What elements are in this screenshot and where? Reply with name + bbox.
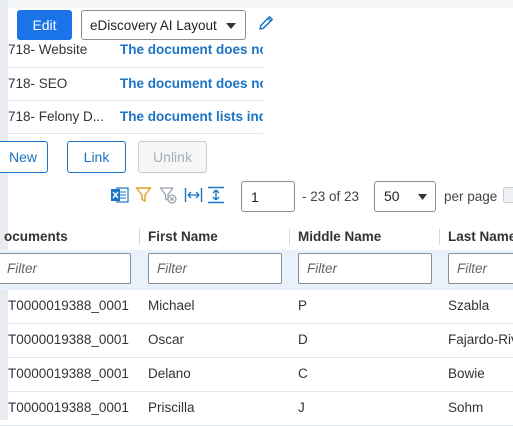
list-item[interactable]: 718- SEO The document does no [8, 67, 263, 101]
cell-last-name: Bowie [448, 366, 513, 381]
related-doc-id: 718- SEO [8, 76, 67, 91]
grid-header: ocuments First Name Middle Name Last Nam… [0, 221, 513, 252]
chevron-down-icon [226, 23, 236, 29]
related-doc-id: 718- Felony D... [8, 109, 104, 124]
cell-middle-name: C [298, 366, 308, 381]
column-divider[interactable] [439, 229, 440, 245]
clear-filter-icon[interactable] [159, 186, 177, 204]
cell-document: T0000019388_0001 [8, 298, 129, 313]
related-doc-link[interactable]: The document does no [120, 42, 263, 57]
filter-input-last-name[interactable] [448, 253, 513, 284]
filter-input-middle-name[interactable] [298, 253, 432, 284]
column-header-last-name[interactable]: Last Name [448, 229, 513, 244]
filter-row [0, 250, 513, 290]
filter-input-documents[interactable] [0, 253, 131, 284]
cell-first-name: Delano [148, 366, 191, 381]
table-row[interactable]: T0000019388_0001 Priscilla J Sohm [0, 391, 513, 426]
column-header-first-name[interactable]: First Name [148, 229, 218, 244]
page-number-input[interactable] [241, 181, 295, 212]
table-row[interactable]: T0000019388_0001 Michael P Szabla [0, 289, 513, 324]
cell-last-name: Fajardo-Riv [448, 332, 513, 347]
cell-first-name: Oscar [148, 332, 184, 347]
cell-document: T0000019388_0001 [8, 400, 129, 415]
column-header-middle-name[interactable]: Middle Name [298, 229, 381, 244]
cell-middle-name: P [298, 298, 307, 313]
column-header-documents[interactable]: ocuments [4, 229, 68, 244]
new-button[interactable]: New [0, 141, 48, 173]
link-button[interactable]: Link [67, 141, 126, 173]
top-strip [0, 0, 513, 8]
cell-document: T0000019388_0001 [8, 332, 129, 347]
list-item[interactable]: 718- Website The document does no [8, 34, 263, 68]
layout-dropdown-value: eDiscovery AI Layout [90, 18, 217, 33]
page-size-dropdown[interactable]: 50 [374, 181, 436, 212]
cell-last-name: Sohm [448, 400, 513, 415]
first-page-icon[interactable] [503, 187, 513, 203]
cell-first-name: Priscilla [148, 400, 195, 415]
cell-middle-name: D [298, 332, 308, 347]
expand-rows-icon[interactable] [207, 186, 225, 204]
column-divider[interactable] [289, 229, 290, 245]
fit-columns-icon[interactable] [184, 186, 203, 204]
related-doc-link[interactable]: The document lists ind [120, 109, 263, 124]
table-row[interactable]: T0000019388_0001 Delano C Bowie [0, 357, 513, 392]
chevron-down-icon [418, 194, 427, 200]
cell-document: T0000019388_0001 [8, 366, 129, 381]
cell-middle-name: J [298, 400, 305, 415]
page-range-text: - 23 of 23 [302, 189, 359, 204]
unlink-button[interactable]: Unlink [138, 141, 207, 173]
related-doc-link[interactable]: The document does no [120, 76, 263, 91]
related-doc-id: 718- Website [8, 42, 87, 57]
table-row[interactable]: T0000019388_0001 Oscar D Fajardo-Riv [0, 323, 513, 358]
list-item[interactable]: 718- Felony D... The document lists ind [8, 100, 263, 134]
pencil-icon[interactable] [257, 14, 275, 32]
excel-export-icon[interactable] [110, 186, 129, 204]
cell-last-name: Szabla [448, 298, 513, 313]
page-size-value: 50 [384, 188, 400, 204]
filter-input-first-name[interactable] [148, 253, 282, 284]
column-divider[interactable] [139, 229, 140, 245]
filter-icon[interactable] [135, 186, 152, 204]
per-page-label: per page [444, 189, 497, 204]
cell-first-name: Michael [148, 298, 195, 313]
